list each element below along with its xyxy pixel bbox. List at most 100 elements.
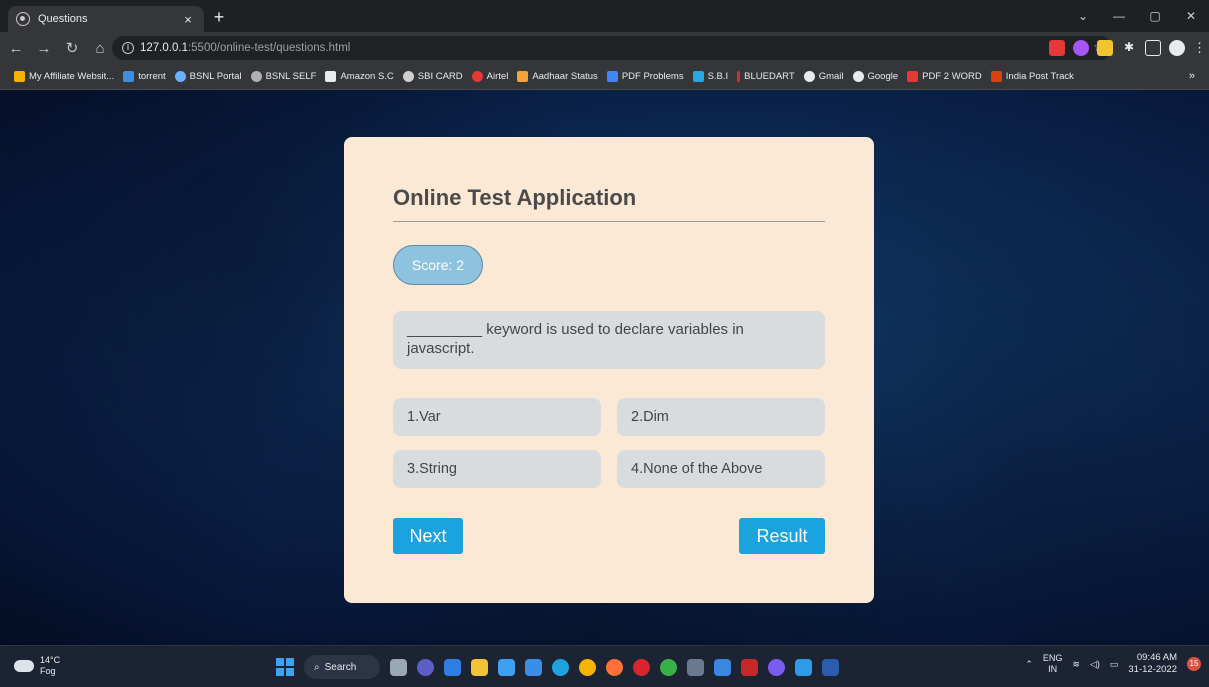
chevron-up-icon[interactable]: ⌃ (1025, 659, 1033, 670)
puzzle-extensions-icon[interactable]: ✱ (1121, 40, 1137, 56)
bookmark-item[interactable]: SBI CARD (402, 71, 463, 82)
question-text: _________ keyword is used to declare var… (393, 311, 825, 369)
restore-icon[interactable]: ▢ (1137, 0, 1173, 32)
bookmark-item[interactable]: S.B.I (692, 71, 728, 82)
bookmark-item[interactable]: BSNL Portal (174, 71, 242, 82)
aadhaar-icon (517, 71, 529, 82)
bookmark-item[interactable]: BSNL SELF (250, 71, 316, 82)
extensions-area: ✱ ⋮ (1049, 40, 1206, 56)
todo-icon[interactable] (444, 658, 461, 676)
bookmark-icon (990, 71, 1002, 82)
store-icon[interactable] (525, 658, 542, 676)
minimize-icon[interactable]: — (1101, 0, 1137, 32)
notification-badge[interactable]: 15 (1187, 657, 1201, 671)
bookmark-icon (174, 71, 186, 82)
bookmark-item[interactable]: India Post Track (990, 71, 1074, 82)
bookmark-item[interactable]: Aadhaar Status (517, 71, 598, 82)
browser-tab[interactable]: Questions × (8, 6, 204, 32)
tab-title: Questions (38, 13, 88, 25)
calculator-icon[interactable] (687, 658, 704, 676)
airtel-icon (471, 71, 483, 82)
clock[interactable]: 09:46 AM 31-12-2022 (1128, 652, 1177, 676)
close-tab-icon[interactable]: × (180, 12, 196, 27)
bookmark-item[interactable]: BLUEDART (737, 71, 795, 82)
home-icon[interactable]: ⌂ (88, 36, 112, 60)
teams-icon[interactable] (417, 658, 434, 676)
site-info-icon[interactable]: i (122, 42, 134, 54)
mail-icon[interactable] (498, 658, 515, 676)
url-host: 127.0.0.1 (140, 42, 188, 54)
bookmark-icon (250, 71, 262, 82)
bookmarks-bar: My Affiliate Websit... torrent BSNL Port… (0, 64, 1209, 90)
option-2-button[interactable]: 2.Dim (617, 398, 825, 436)
bookmark-icon (123, 71, 135, 82)
task-view-icon[interactable] (390, 658, 407, 676)
clock-time: 09:46 AM (1136, 652, 1177, 663)
url-path: :5500/online-test/questions.html (187, 42, 351, 54)
menu-kebab-icon[interactable]: ⋮ (1193, 40, 1206, 56)
search-label: Search (324, 661, 357, 673)
score-badge: Score: 2 (393, 245, 483, 285)
reload-icon[interactable]: ↻ (60, 36, 84, 60)
quiz-card: Online Test Application Score: 2 _______… (344, 137, 874, 603)
vscode-icon[interactable] (795, 658, 812, 676)
back-icon[interactable]: ← (4, 36, 28, 60)
result-button[interactable]: Result (739, 518, 825, 554)
bookmark-item[interactable]: torrent (123, 71, 166, 82)
media-player-icon[interactable] (714, 658, 731, 676)
google-icon (803, 71, 815, 82)
option-3-button[interactable]: 3.String (393, 450, 601, 488)
taskbar-apps: ⌕ Search (276, 655, 839, 679)
bookmark-icon (737, 71, 741, 82)
xbox-icon[interactable] (660, 658, 677, 676)
option-1-button[interactable]: 1.Var (393, 398, 601, 436)
taskbar-search[interactable]: ⌕ Search (304, 655, 380, 679)
new-tab-button[interactable]: + (208, 8, 230, 28)
word-icon[interactable] (822, 658, 839, 676)
system-tray: ⌃ ENG IN ≋ ◁) ▭ 09:46 AM 31-12-2022 15 (1025, 652, 1201, 676)
volume-icon[interactable]: ◁) (1090, 659, 1100, 670)
bookmark-icon (14, 71, 25, 82)
extension-yellow-icon[interactable] (1097, 40, 1113, 56)
bookmark-item[interactable]: Google (852, 71, 898, 82)
globe-icon (402, 71, 414, 82)
weather-condition: Fog (40, 666, 56, 676)
more-bookmarks-icon[interactable]: » (1189, 70, 1195, 82)
fog-icon (14, 660, 34, 672)
close-window-icon[interactable]: ✕ (1173, 0, 1209, 32)
tab-search-icon[interactable]: ⌄ (1065, 0, 1101, 32)
bookmark-item[interactable]: Gmail (803, 71, 844, 82)
forward-icon[interactable]: → (32, 36, 56, 60)
option-4-button[interactable]: 4.None of the Above (617, 450, 825, 488)
weather-widget[interactable]: 14°C Fog (14, 655, 60, 677)
language-indicator[interactable]: ENG IN (1043, 653, 1063, 675)
bookmark-icon (606, 71, 618, 82)
side-panel-icon[interactable] (1145, 40, 1161, 56)
edge-icon[interactable] (552, 658, 569, 676)
file-explorer-icon[interactable] (471, 658, 488, 676)
bookmark-item[interactable]: Airtel (471, 71, 508, 82)
sbi-icon (692, 71, 704, 82)
firefox-icon[interactable] (606, 658, 623, 676)
next-button[interactable]: Next (393, 518, 463, 554)
profile-avatar-icon[interactable] (1169, 40, 1185, 56)
discord-icon[interactable] (768, 658, 785, 676)
battery-icon[interactable]: ▭ (1110, 659, 1119, 670)
wifi-icon[interactable]: ≋ (1072, 659, 1080, 670)
google-icon (852, 71, 864, 82)
pdf-icon (907, 71, 919, 82)
app-red-icon[interactable] (741, 658, 758, 676)
bookmark-item[interactable]: PDF 2 WORD (907, 71, 982, 82)
extension-red-icon[interactable] (1049, 40, 1065, 56)
bookmark-item[interactable]: My Affiliate Websit... (14, 71, 114, 82)
taskbar: 14°C Fog ⌕ Search ⌃ ENG IN ≋ ◁) ▭ 09:46 … (0, 645, 1209, 687)
chrome-icon[interactable] (579, 658, 596, 676)
address-bar[interactable]: i 127.0.0.1 :5500/online-test/questions.… (112, 36, 1112, 60)
opera-icon[interactable] (633, 658, 650, 676)
bookmark-item[interactable]: PDF Problems (606, 71, 684, 82)
page-title: Online Test Application (393, 185, 637, 210)
extension-purple-icon[interactable] (1073, 40, 1089, 56)
browser-toolbar: ← → ↻ ⌂ i 127.0.0.1 :5500/online-test/qu… (0, 32, 1209, 64)
windows-start-icon[interactable] (276, 658, 294, 676)
bookmark-item[interactable]: Amazon S.C (325, 71, 394, 82)
